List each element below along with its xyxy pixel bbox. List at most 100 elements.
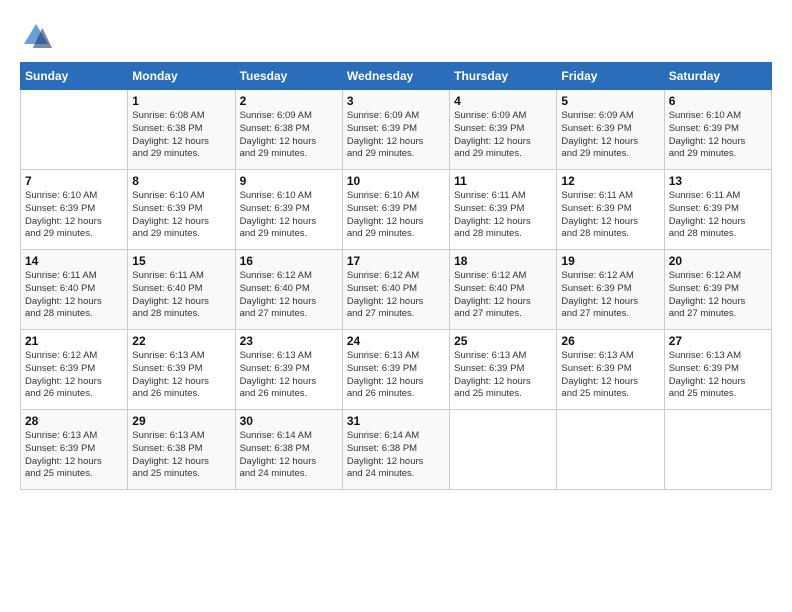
day-info: Sunrise: 6:08 AM Sunset: 6:38 PM Dayligh…: [132, 110, 230, 161]
calendar-cell: 26 Sunrise: 6:13 AM Sunset: 6:39 PM Dayli…: [557, 330, 664, 410]
day-number: 22: [132, 334, 230, 348]
day-number: 29: [132, 414, 230, 428]
calendar-cell: 6Sunrise: 6:10 AM Sunset: 6:39 PM Daylig…: [664, 90, 771, 170]
day-info: Sunrise: 6:10 AM Sunset: 6:39 PM Dayligh…: [132, 190, 230, 241]
day-number: 20: [669, 254, 767, 268]
calendar-cell: 18 Sunrise: 6:12 AM Sunset: 6:40 PM Dayli…: [450, 250, 557, 330]
day-info: Sunrise: 6:10 AM Sunset: 6:39 PM Dayligh…: [347, 190, 445, 241]
day-number: 10: [347, 174, 445, 188]
calendar-cell: 9 Sunrise: 6:10 AM Sunset: 6:39 PM Daylig…: [235, 170, 342, 250]
day-number: 2: [240, 94, 338, 108]
day-number: 26: [561, 334, 659, 348]
day-info: Sunrise: 6:13 AM Sunset: 6:39 PM Dayligh…: [132, 350, 230, 401]
day-number: 18: [454, 254, 552, 268]
day-info: Sunrise: 6:10 AM Sunset: 6:39 PM Dayligh…: [240, 190, 338, 241]
calendar-cell: 25 Sunrise: 6:13 AM Sunset: 6:39 PM Dayli…: [450, 330, 557, 410]
day-info: Sunrise: 6:09 AM Sunset: 6:39 PM Dayligh…: [561, 110, 659, 161]
day-info: Sunrise: 6:12 AM Sunset: 6:40 PM Dayligh…: [240, 270, 338, 321]
day-info: Sunrise: 6:14 AM Sunset: 6:38 PM Dayligh…: [240, 430, 338, 481]
calendar-cell: 21Sunrise: 6:12 AM Sunset: 6:39 PM Dayli…: [21, 330, 128, 410]
calendar-cell: 24 Sunrise: 6:13 AM Sunset: 6:39 PM Dayli…: [342, 330, 449, 410]
day-number: 11: [454, 174, 552, 188]
day-number: 17: [347, 254, 445, 268]
day-info: Sunrise: 6:13 AM Sunset: 6:39 PM Dayligh…: [25, 430, 123, 481]
header-cell-saturday: Saturday: [664, 63, 771, 90]
header-cell-friday: Friday: [557, 63, 664, 90]
day-info: Sunrise: 6:13 AM Sunset: 6:39 PM Dayligh…: [347, 350, 445, 401]
day-info: Sunrise: 6:12 AM Sunset: 6:39 PM Dayligh…: [561, 270, 659, 321]
calendar-cell: 27 Sunrise: 6:13 AM Sunset: 6:39 PM Dayli…: [664, 330, 771, 410]
day-info: Sunrise: 6:11 AM Sunset: 6:40 PM Dayligh…: [25, 270, 123, 321]
day-info: Sunrise: 6:13 AM Sunset: 6:39 PM Dayligh…: [561, 350, 659, 401]
day-number: 24: [347, 334, 445, 348]
page-header: [20, 20, 772, 52]
day-number: 6: [669, 94, 767, 108]
day-number: 3: [347, 94, 445, 108]
day-number: 4: [454, 94, 552, 108]
day-info: Sunrise: 6:11 AM Sunset: 6:39 PM Dayligh…: [669, 190, 767, 241]
day-info: Sunrise: 6:13 AM Sunset: 6:39 PM Dayligh…: [669, 350, 767, 401]
calendar-cell: 22 Sunrise: 6:13 AM Sunset: 6:39 PM Dayli…: [128, 330, 235, 410]
day-info: Sunrise: 6:13 AM Sunset: 6:39 PM Dayligh…: [240, 350, 338, 401]
day-number: 27: [669, 334, 767, 348]
calendar-cell: 8 Sunrise: 6:10 AM Sunset: 6:39 PM Daylig…: [128, 170, 235, 250]
calendar-cell: 5 Sunrise: 6:09 AM Sunset: 6:39 PM Daylig…: [557, 90, 664, 170]
calendar-cell: [450, 410, 557, 490]
calendar-cell: 11 Sunrise: 6:11 AM Sunset: 6:39 PM Dayli…: [450, 170, 557, 250]
calendar-cell: 14Sunrise: 6:11 AM Sunset: 6:40 PM Dayli…: [21, 250, 128, 330]
day-number: 23: [240, 334, 338, 348]
day-info: Sunrise: 6:09 AM Sunset: 6:39 PM Dayligh…: [454, 110, 552, 161]
header-cell-thursday: Thursday: [450, 63, 557, 90]
calendar-cell: [664, 410, 771, 490]
day-number: 19: [561, 254, 659, 268]
day-info: Sunrise: 6:11 AM Sunset: 6:40 PM Dayligh…: [132, 270, 230, 321]
calendar-table: SundayMondayTuesdayWednesdayThursdayFrid…: [20, 62, 772, 490]
calendar-body: 1 Sunrise: 6:08 AM Sunset: 6:38 PM Daylig…: [21, 90, 772, 490]
calendar-week-4: 21Sunrise: 6:12 AM Sunset: 6:39 PM Dayli…: [21, 330, 772, 410]
calendar-cell: [21, 90, 128, 170]
header-cell-wednesday: Wednesday: [342, 63, 449, 90]
day-number: 21: [25, 334, 123, 348]
calendar-cell: 31 Sunrise: 6:14 AM Sunset: 6:38 PM Dayli…: [342, 410, 449, 490]
day-number: 9: [240, 174, 338, 188]
day-info: Sunrise: 6:14 AM Sunset: 6:38 PM Dayligh…: [347, 430, 445, 481]
day-number: 30: [240, 414, 338, 428]
calendar-week-1: 1 Sunrise: 6:08 AM Sunset: 6:38 PM Daylig…: [21, 90, 772, 170]
calendar-cell: 23 Sunrise: 6:13 AM Sunset: 6:39 PM Dayli…: [235, 330, 342, 410]
day-number: 5: [561, 94, 659, 108]
day-info: Sunrise: 6:12 AM Sunset: 6:40 PM Dayligh…: [454, 270, 552, 321]
day-number: 15: [132, 254, 230, 268]
calendar-cell: 1 Sunrise: 6:08 AM Sunset: 6:38 PM Daylig…: [128, 90, 235, 170]
day-number: 31: [347, 414, 445, 428]
calendar-header: SundayMondayTuesdayWednesdayThursdayFrid…: [21, 63, 772, 90]
day-number: 25: [454, 334, 552, 348]
header-cell-monday: Monday: [128, 63, 235, 90]
calendar-week-5: 28Sunrise: 6:13 AM Sunset: 6:39 PM Dayli…: [21, 410, 772, 490]
header-cell-tuesday: Tuesday: [235, 63, 342, 90]
day-number: 13: [669, 174, 767, 188]
logo: [20, 20, 56, 52]
day-info: Sunrise: 6:13 AM Sunset: 6:39 PM Dayligh…: [454, 350, 552, 401]
day-number: 7: [25, 174, 123, 188]
day-info: Sunrise: 6:12 AM Sunset: 6:40 PM Dayligh…: [347, 270, 445, 321]
calendar-cell: 30 Sunrise: 6:14 AM Sunset: 6:38 PM Dayli…: [235, 410, 342, 490]
day-info: Sunrise: 6:11 AM Sunset: 6:39 PM Dayligh…: [561, 190, 659, 241]
calendar-cell: 19 Sunrise: 6:12 AM Sunset: 6:39 PM Dayli…: [557, 250, 664, 330]
calendar-week-2: 7 Sunrise: 6:10 AM Sunset: 6:39 PM Daylig…: [21, 170, 772, 250]
day-number: 1: [132, 94, 230, 108]
day-info: Sunrise: 6:13 AM Sunset: 6:38 PM Dayligh…: [132, 430, 230, 481]
day-info: Sunrise: 6:09 AM Sunset: 6:39 PM Dayligh…: [347, 110, 445, 161]
calendar-cell: 20Sunrise: 6:12 AM Sunset: 6:39 PM Dayli…: [664, 250, 771, 330]
calendar-cell: 7 Sunrise: 6:10 AM Sunset: 6:39 PM Daylig…: [21, 170, 128, 250]
calendar-cell: 28Sunrise: 6:13 AM Sunset: 6:39 PM Dayli…: [21, 410, 128, 490]
logo-icon: [20, 20, 52, 52]
day-info: Sunrise: 6:11 AM Sunset: 6:39 PM Dayligh…: [454, 190, 552, 241]
calendar-cell: 12 Sunrise: 6:11 AM Sunset: 6:39 PM Dayli…: [557, 170, 664, 250]
calendar-cell: 4 Sunrise: 6:09 AM Sunset: 6:39 PM Daylig…: [450, 90, 557, 170]
day-number: 12: [561, 174, 659, 188]
day-number: 8: [132, 174, 230, 188]
calendar-cell: 2Sunrise: 6:09 AM Sunset: 6:38 PM Daylig…: [235, 90, 342, 170]
calendar-cell: 15 Sunrise: 6:11 AM Sunset: 6:40 PM Dayli…: [128, 250, 235, 330]
day-number: 16: [240, 254, 338, 268]
day-info: Sunrise: 6:10 AM Sunset: 6:39 PM Dayligh…: [25, 190, 123, 241]
